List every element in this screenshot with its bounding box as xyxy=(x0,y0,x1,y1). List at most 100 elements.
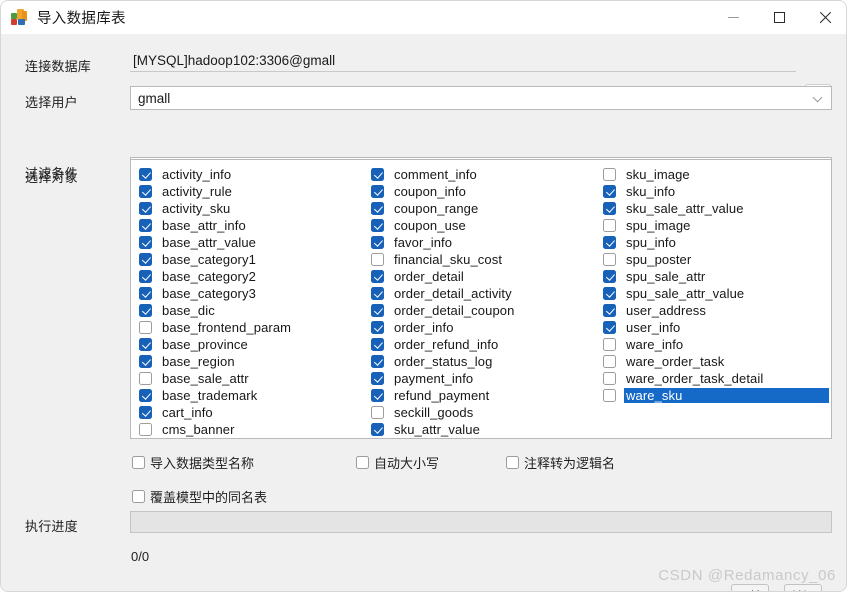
table-list-item[interactable]: activity_info xyxy=(139,166,361,183)
checkbox-icon[interactable] xyxy=(603,168,616,181)
table-list-item[interactable]: order_detail xyxy=(371,268,593,285)
table-list-item[interactable]: ware_info xyxy=(603,336,829,353)
close-dialog-button[interactable]: 关闭 xyxy=(784,584,822,592)
checkbox-icon[interactable] xyxy=(603,372,616,385)
table-list-item[interactable]: order_info xyxy=(371,319,593,336)
table-list-item[interactable]: favor_info xyxy=(371,234,593,251)
option-comment-to-logical-name[interactable]: 注释转为逻辑名 xyxy=(506,453,615,472)
checkbox-icon[interactable] xyxy=(139,389,152,402)
table-list-item[interactable]: order_status_log xyxy=(371,353,593,370)
checkbox-icon[interactable] xyxy=(139,219,152,232)
checkbox-icon[interactable] xyxy=(371,423,384,436)
checkbox-icon[interactable] xyxy=(603,253,616,266)
checkbox-icon[interactable] xyxy=(139,423,152,436)
checkbox-icon[interactable] xyxy=(371,304,384,317)
checkbox-icon[interactable] xyxy=(139,406,152,419)
table-list-item[interactable]: ware_order_task xyxy=(603,353,829,370)
checkbox-icon[interactable] xyxy=(371,355,384,368)
close-button[interactable] xyxy=(802,1,847,34)
table-list-item[interactable]: payment_info xyxy=(371,370,593,387)
checkbox-icon[interactable] xyxy=(603,202,616,215)
table-list-item[interactable]: ware_order_task_detail xyxy=(603,370,829,387)
table-list-item[interactable]: spu_info xyxy=(603,234,829,251)
objects-listbox[interactable]: activity_infoactivity_ruleactivity_skuba… xyxy=(130,159,832,439)
connection-input[interactable] xyxy=(130,51,796,72)
checkbox-icon[interactable] xyxy=(603,389,616,402)
checkbox-icon[interactable] xyxy=(603,185,616,198)
checkbox-icon[interactable] xyxy=(371,372,384,385)
table-list-item[interactable]: cart_info xyxy=(139,404,361,421)
checkbox-icon[interactable] xyxy=(371,253,384,266)
checkbox-icon[interactable] xyxy=(139,287,152,300)
table-list-item[interactable]: base_category2 xyxy=(139,268,361,285)
checkbox-icon[interactable] xyxy=(603,236,616,249)
table-list-item[interactable]: coupon_info xyxy=(371,183,593,200)
checkbox-icon[interactable] xyxy=(603,270,616,283)
checkbox-icon[interactable] xyxy=(139,202,152,215)
start-button[interactable]: 开始 xyxy=(731,584,769,592)
table-list-item[interactable]: ware_sku xyxy=(603,387,829,404)
checkbox-icon[interactable] xyxy=(371,321,384,334)
checkbox-icon[interactable] xyxy=(371,338,384,351)
table-list-item[interactable]: base_province xyxy=(139,336,361,353)
table-list-item[interactable]: sku_sale_attr_value xyxy=(603,200,829,217)
checkbox-icon[interactable] xyxy=(371,236,384,249)
table-list-item[interactable]: order_detail_coupon xyxy=(371,302,593,319)
table-list-item[interactable]: spu_sale_attr_value xyxy=(603,285,829,302)
checkbox-icon[interactable] xyxy=(139,185,152,198)
table-list-item[interactable]: spu_image xyxy=(603,217,829,234)
maximize-button[interactable] xyxy=(756,1,802,34)
table-list-item[interactable]: spu_sale_attr xyxy=(603,268,829,285)
checkbox-icon[interactable] xyxy=(371,406,384,419)
option-overwrite-same-name-tables[interactable]: 覆盖模型中的同名表 xyxy=(132,487,267,506)
checkbox-icon[interactable] xyxy=(139,270,152,283)
table-list-item[interactable]: cms_banner xyxy=(139,421,361,438)
table-list-item[interactable]: comment_info xyxy=(371,166,593,183)
minimize-button[interactable] xyxy=(710,1,756,34)
checkbox-icon[interactable] xyxy=(371,270,384,283)
checkbox-icon[interactable] xyxy=(371,219,384,232)
checkbox-icon[interactable] xyxy=(139,355,152,368)
table-list-item[interactable]: sku_image xyxy=(603,166,829,183)
checkbox-icon[interactable] xyxy=(139,236,152,249)
table-list-item[interactable]: coupon_use xyxy=(371,217,593,234)
checkbox-icon[interactable] xyxy=(371,185,384,198)
table-list-item[interactable]: user_address xyxy=(603,302,829,319)
option-import-datatype-name[interactable]: 导入数据类型名称 xyxy=(132,453,254,472)
checkbox-icon[interactable] xyxy=(603,304,616,317)
table-list-item[interactable]: refund_payment xyxy=(371,387,593,404)
table-list-item[interactable]: order_detail_activity xyxy=(371,285,593,302)
checkbox-icon[interactable] xyxy=(603,219,616,232)
checkbox-icon[interactable] xyxy=(371,389,384,402)
checkbox-icon[interactable] xyxy=(603,338,616,351)
table-list-item[interactable]: base_attr_value xyxy=(139,234,361,251)
checkbox-icon[interactable] xyxy=(371,202,384,215)
table-list-item[interactable]: base_trademark xyxy=(139,387,361,404)
table-list-item[interactable]: base_category1 xyxy=(139,251,361,268)
table-list-item[interactable]: financial_sku_cost xyxy=(371,251,593,268)
checkbox-icon[interactable] xyxy=(139,304,152,317)
checkbox-icon[interactable] xyxy=(371,168,384,181)
table-list-item[interactable]: coupon_range xyxy=(371,200,593,217)
checkbox-icon[interactable] xyxy=(371,287,384,300)
table-list-item[interactable]: base_region xyxy=(139,353,361,370)
user-select[interactable]: gmall xyxy=(130,86,832,110)
table-list-item[interactable]: base_frontend_param xyxy=(139,319,361,336)
table-list-item[interactable]: activity_rule xyxy=(139,183,361,200)
table-list-item[interactable]: spu_poster xyxy=(603,251,829,268)
table-list-item[interactable]: base_attr_info xyxy=(139,217,361,234)
table-list-item[interactable]: user_info xyxy=(603,319,829,336)
table-list-item[interactable]: base_dic xyxy=(139,302,361,319)
checkbox-icon[interactable] xyxy=(603,355,616,368)
table-list-item[interactable]: sku_attr_value xyxy=(371,421,593,438)
table-list-item[interactable]: seckill_goods xyxy=(371,404,593,421)
option-auto-case[interactable]: 自动大小写 xyxy=(356,453,439,472)
checkbox-icon[interactable] xyxy=(603,287,616,300)
table-list-item[interactable]: sku_info xyxy=(603,183,829,200)
checkbox-icon[interactable] xyxy=(139,372,152,385)
checkbox-icon[interactable] xyxy=(139,321,152,334)
table-list-item[interactable]: base_sale_attr xyxy=(139,370,361,387)
checkbox-icon[interactable] xyxy=(139,168,152,181)
table-list-item[interactable]: order_refund_info xyxy=(371,336,593,353)
checkbox-icon[interactable] xyxy=(139,253,152,266)
